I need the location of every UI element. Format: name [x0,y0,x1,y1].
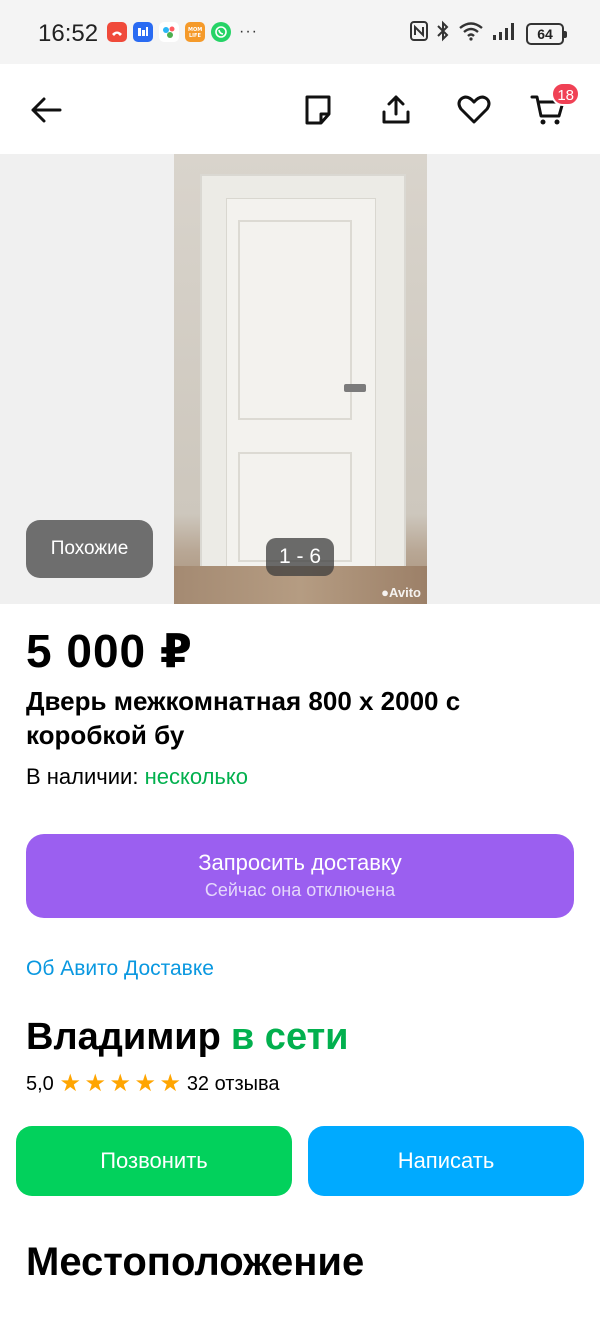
reviews-count: 32 отзыва [186,1072,280,1095]
availability: В наличии: несколько [26,764,248,790]
back-button[interactable] [24,88,68,132]
more-notifications: ··· [239,23,258,40]
battery-indicator: 64 [526,22,567,45]
delivery-button-sublabel: Сейчас она отключена [204,880,396,900]
photo-counter: 1 - 6 [266,538,334,576]
missed-call-icon [107,22,127,42]
seller-header[interactable]: Владимир в сети [26,1016,349,1059]
svg-text:LIFE: LIFE [189,33,201,38]
status-right: 64 [410,20,567,47]
avito-watermark: ●Avito [381,585,421,600]
door-handle [344,384,366,392]
heart-icon [457,95,491,124]
door-panel-top [238,220,352,420]
seller-name: Владимир [26,1016,221,1058]
wifi-icon [458,21,484,46]
avito-logo-icon: ● [381,585,389,600]
app-blue-icon [133,22,153,42]
availability-value: несколько [144,764,248,789]
star-icon: ★ [109,1070,132,1097]
status-bar: 16:52 MOM LIFE ··· 64 [0,0,600,64]
mom-life-icon: MOM LIFE [185,22,205,42]
share-icon [382,95,410,124]
price: 5 000 ₽ [26,625,193,677]
note-icon [305,95,331,125]
favorite-button[interactable] [452,88,496,132]
star-icon: ★ [59,1070,82,1097]
write-button[interactable]: Написать [308,1126,584,1196]
cart-badge: 18 [551,82,580,106]
star-icon: ★ [134,1070,157,1097]
rating-value: 5,0 [26,1072,54,1095]
signal-icon [492,21,518,46]
availability-label: В наличии: [26,764,139,789]
star-icon: ★ [84,1070,107,1097]
status-time: 16:52 [38,20,99,47]
share-button[interactable] [374,88,418,132]
delivery-button-label: Запросить доставку [198,850,402,875]
request-delivery-button[interactable]: Запросить доставку Сейчас она отключена [26,834,574,918]
top-nav: 18 [0,64,600,154]
avito-watermark-text: Avito [388,585,421,600]
back-arrow-icon [31,97,62,123]
call-button[interactable]: Позвонить [16,1126,292,1196]
similar-button[interactable]: Похожие [26,520,153,578]
listing-photo[interactable]: ●Avito [174,154,427,604]
bluetooth-icon [436,20,450,47]
location-title: Местоположение [26,1240,365,1284]
listing-title: Дверь межкомнатная 800 х 2000 с коробкой… [26,686,461,750]
seller-online-status: в сети [230,1016,349,1058]
note-button[interactable] [296,88,340,132]
whatsapp-icon [211,22,231,42]
notification-icons: MOM LIFE ··· [107,22,258,42]
rating-stars: ★ ★ ★ ★ ★ [58,1072,183,1096]
photo-gallery[interactable]: ●Avito Похожие 1 - 6 [0,154,600,604]
cart-button[interactable]: 18 [526,82,580,132]
seller-rating[interactable]: 5,0 ★ ★ ★ ★ ★ 32 отзыва [26,1072,280,1096]
star-icon: ★ [159,1070,182,1097]
nfc-icon [410,21,428,46]
about-delivery-link[interactable]: Об Авито Доставке [26,957,214,981]
app-dots-icon [159,22,179,42]
